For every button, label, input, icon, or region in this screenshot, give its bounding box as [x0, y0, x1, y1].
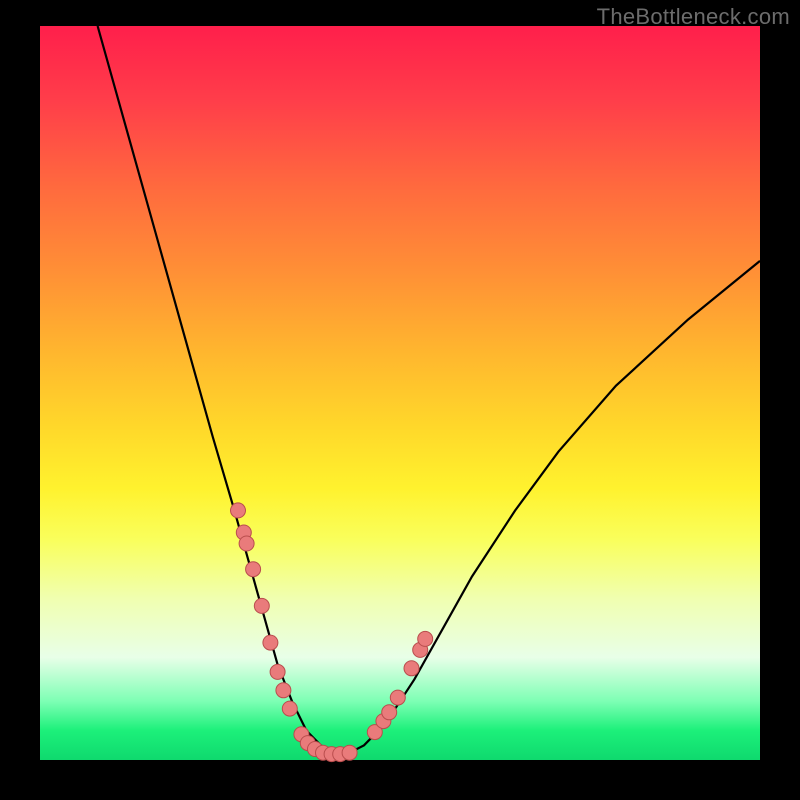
- marker-dot: [390, 690, 405, 705]
- marker-dot: [382, 705, 397, 720]
- marker-dot: [246, 562, 261, 577]
- marker-dot: [282, 701, 297, 716]
- marker-dot: [263, 635, 278, 650]
- watermark-text: TheBottleneck.com: [597, 4, 790, 30]
- marker-dot: [231, 503, 246, 518]
- marker-dot: [254, 598, 269, 613]
- marker-dot: [404, 661, 419, 676]
- plot-area: [40, 26, 760, 760]
- marker-dot: [239, 536, 254, 551]
- marker-dot: [276, 683, 291, 698]
- chart-svg: [40, 26, 760, 760]
- marker-dot: [418, 631, 433, 646]
- marker-group: [231, 503, 433, 762]
- chart-frame: TheBottleneck.com: [0, 0, 800, 800]
- marker-dot: [270, 664, 285, 679]
- marker-dot: [342, 745, 357, 760]
